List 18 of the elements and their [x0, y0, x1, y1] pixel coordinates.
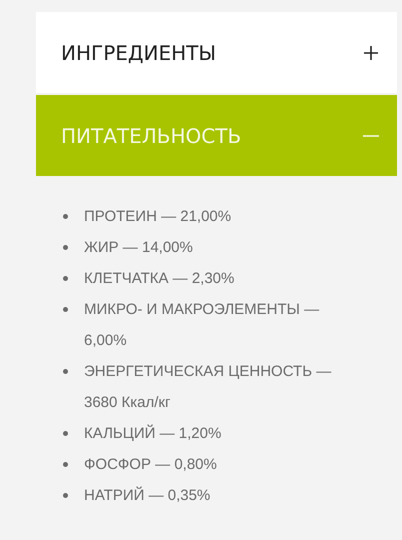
bullet-icon: [63, 462, 68, 467]
accordion-header[interactable]: ИНГРЕДИЕНТЫ: [36, 12, 397, 93]
bullet-icon: [63, 276, 68, 281]
nutrient-text: ЖИР — 14,00%: [84, 238, 193, 258]
expand-icon: [363, 44, 379, 60]
nutrient-text: КАЛЬЦИЙ — 1,20%: [84, 424, 222, 444]
bullet-icon: [63, 214, 68, 219]
nutrient-text: КЛЕТЧАТКА — 2,30%: [84, 269, 234, 289]
bullet-icon: [63, 493, 68, 498]
nutrient-text: ЭНЕРГЕТИЧЕСКАЯ ЦЕННОСТЬ — 3680 Ккал/кг: [84, 362, 332, 413]
bullet-icon: [63, 431, 68, 436]
bullet-icon: [63, 307, 68, 312]
nutrient-text: МИКРО- И МАКРОЭЛЕМЕНТЫ — 6,00%: [84, 300, 320, 351]
bullet-icon: [63, 245, 68, 250]
nutrient-text: ФОСФОР — 0,80%: [84, 455, 217, 475]
bullet-icon: [63, 369, 68, 374]
nutrient-text: НАТРИЙ — 0,35%: [84, 486, 210, 506]
nutrient-text: ПРОТЕИН — 21,00%: [84, 207, 232, 227]
